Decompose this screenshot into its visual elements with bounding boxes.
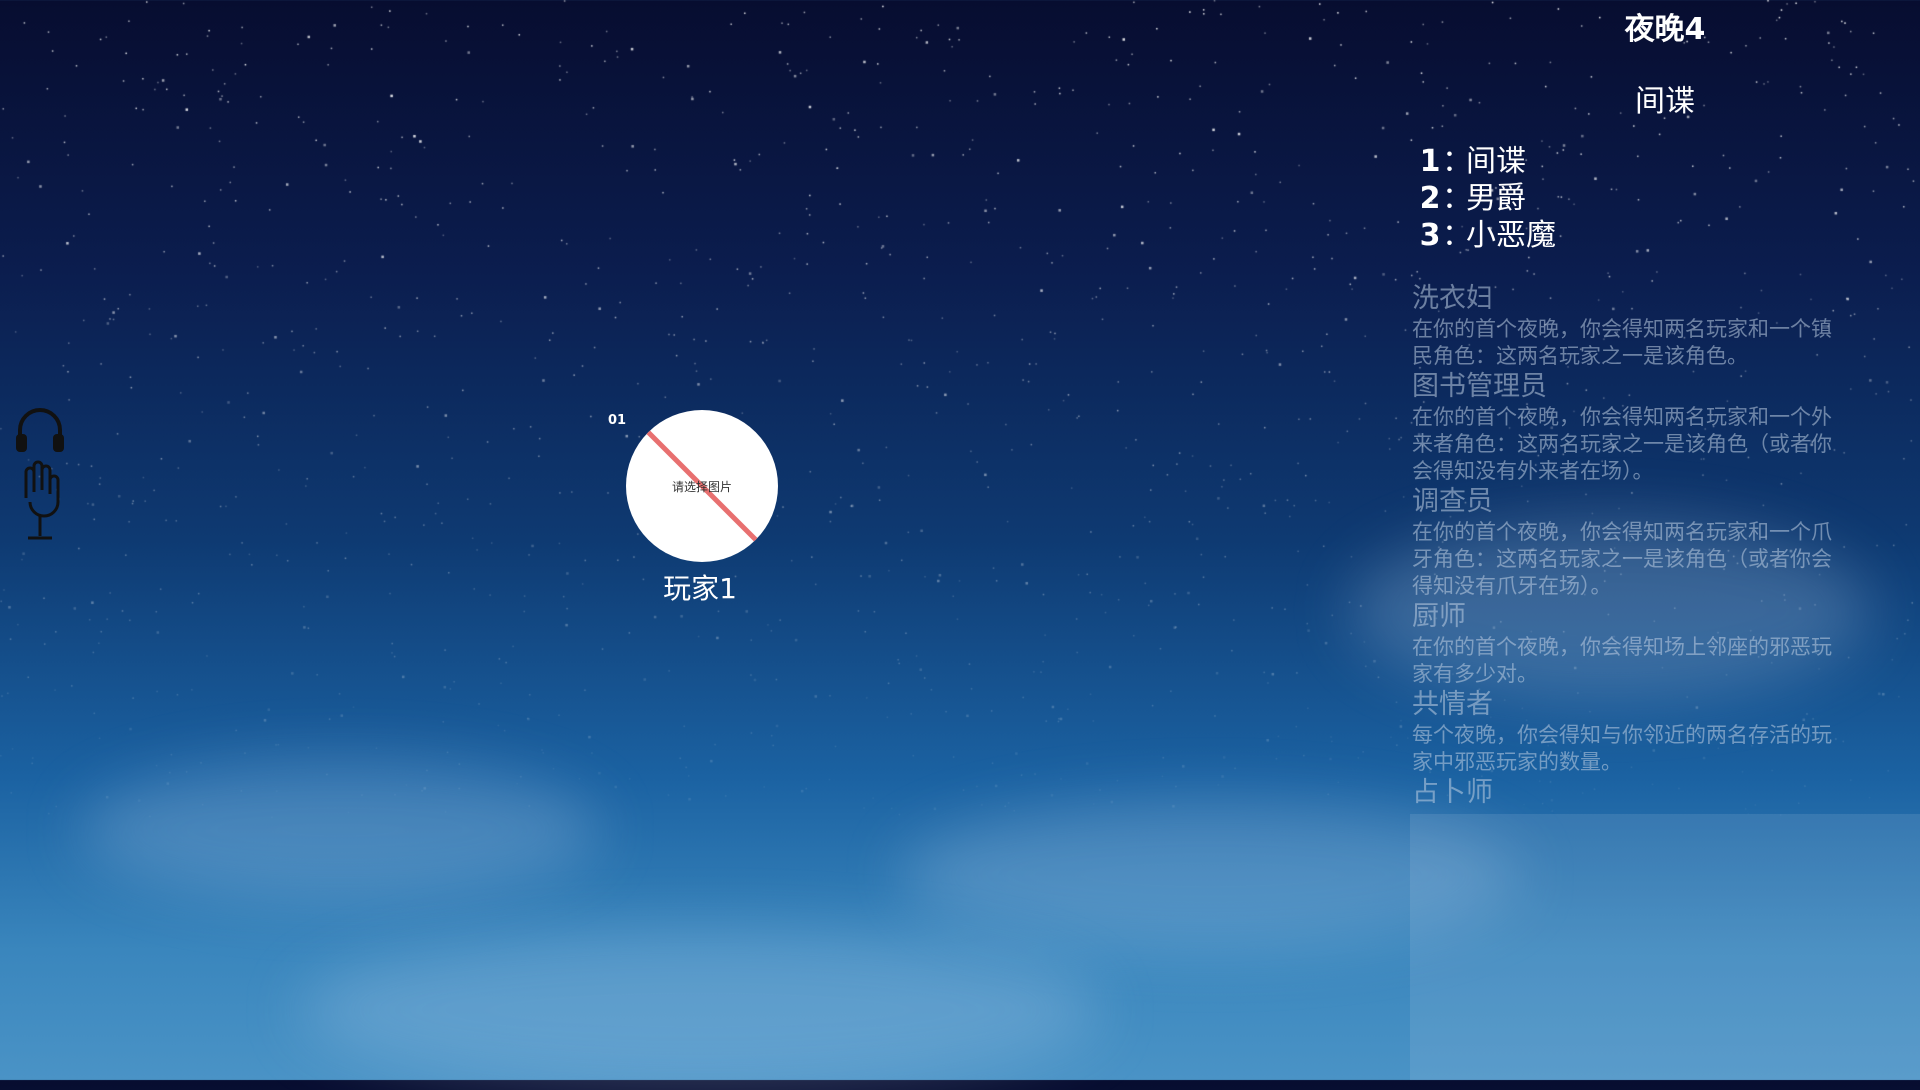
role-description: 在你的首个夜晚，你会得知两名玩家和一个镇民角色：这两名玩家之一是该角色。: [1412, 317, 1832, 368]
cloud: [300, 930, 1100, 1090]
role-description: 在你的首个夜晚，你会得知两名玩家和一个爪牙角色：这两名玩家之一是该角色（或者你会…: [1412, 520, 1832, 598]
role-name: 洗衣妇: [1412, 283, 1493, 314]
role-option-list: 1：间谍 2：男爵 3：小恶魔: [1418, 143, 1556, 254]
role-name: 调查员: [1412, 486, 1493, 517]
microphone-hand-icon[interactable]: [12, 458, 68, 544]
role-description: 每个夜晚，你会得知与你邻近的两名存活的玩家中邪恶玩家的数量。: [1412, 723, 1832, 774]
translucent-panel-overlay: [1410, 814, 1920, 1080]
role-option[interactable]: 2：男爵: [1418, 180, 1556, 217]
role-name: 共情者: [1412, 689, 1493, 720]
option-separator: ：: [1442, 144, 1472, 179]
role-option[interactable]: 3：小恶魔: [1418, 217, 1556, 254]
night-title: 夜晚4: [1624, 12, 1706, 47]
avatar-placeholder-text: 请选择图片: [671, 480, 732, 494]
option-label: 间谍: [1466, 144, 1526, 179]
headphones-icon[interactable]: [12, 402, 68, 458]
role-name: 图书管理员: [1412, 371, 1547, 402]
player-name: 玩家1: [663, 572, 737, 605]
option-separator: ：: [1442, 218, 1472, 253]
voice-controls: [12, 402, 72, 544]
role-name: 厨师: [1412, 601, 1466, 632]
player-avatar[interactable]: 请选择图片: [626, 410, 778, 562]
option-separator: ：: [1442, 181, 1472, 216]
option-number: 1: [1419, 144, 1441, 179]
option-label: 小恶魔: [1466, 218, 1556, 253]
cloud: [80, 760, 600, 900]
role-description-list[interactable]: 洗衣妇 在你的首个夜晚，你会得知两名玩家和一个镇民角色：这两名玩家之一是该角色。…: [1412, 282, 1842, 812]
option-label: 男爵: [1466, 181, 1526, 216]
option-number: 3: [1419, 218, 1441, 253]
seat-number: 01: [608, 413, 627, 428]
role-option[interactable]: 1：间谍: [1418, 143, 1556, 180]
role-name: 占卜师: [1412, 777, 1493, 808]
role-description: 在你的首个夜晚，你会得知两名玩家和一个外来者角色：这两名玩家之一是该角色（或者你…: [1412, 405, 1832, 483]
role-description: 在你的首个夜晚，你会得知场上邻座的邪恶玩家有多少对。: [1412, 635, 1832, 686]
option-number: 2: [1419, 181, 1441, 216]
current-role-title: 间谍: [1635, 84, 1695, 119]
